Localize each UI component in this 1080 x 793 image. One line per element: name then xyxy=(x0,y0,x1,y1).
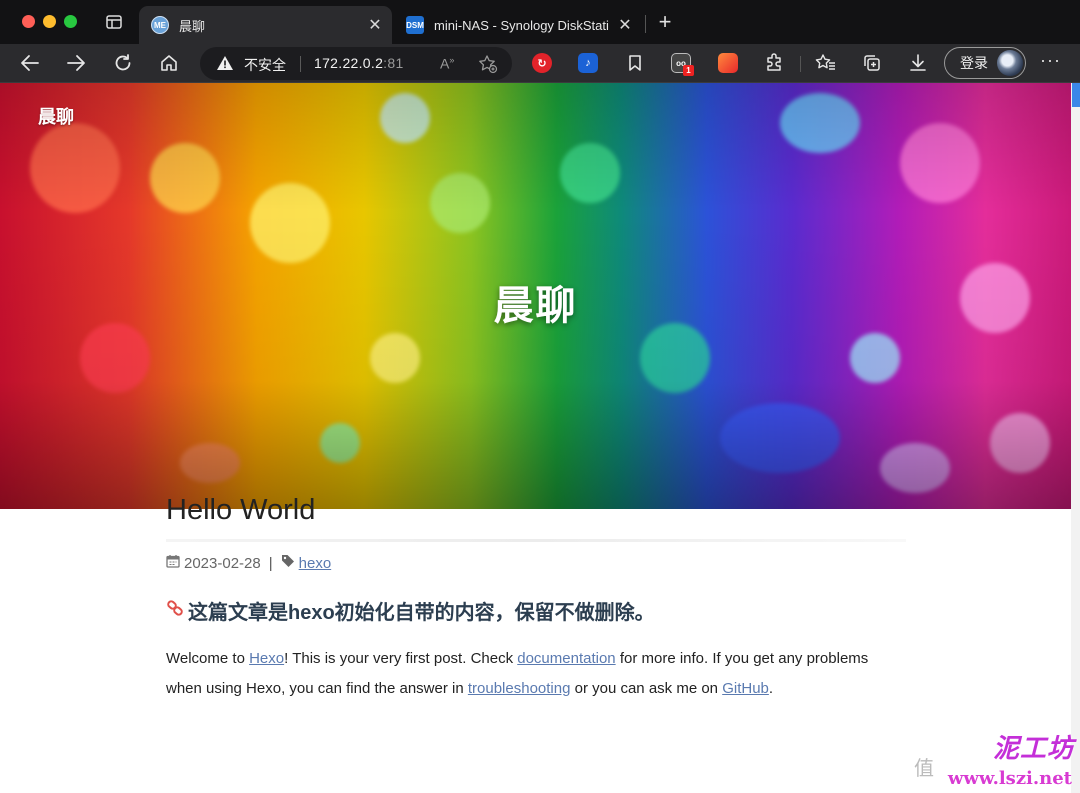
extension-badge-icon[interactable]: oo 1 xyxy=(671,53,694,76)
bokeh-light xyxy=(180,443,240,483)
avatar xyxy=(997,50,1023,76)
bokeh-light xyxy=(150,143,220,213)
web-page: 晨聊 晨聊 Hello World 2023-02-28 | hexo 这篇文章… xyxy=(0,83,1080,793)
hexo-link[interactable]: Hexo xyxy=(249,650,284,667)
collections-icon[interactable] xyxy=(860,52,884,74)
bokeh-light xyxy=(720,403,840,473)
tab-divider xyxy=(645,15,646,33)
meta-separator: | xyxy=(268,554,273,572)
extension-orange-icon[interactable] xyxy=(718,53,738,73)
close-window-button[interactable] xyxy=(22,15,35,28)
link-icon xyxy=(166,599,184,623)
dsm-favicon-icon: DSM xyxy=(406,16,424,34)
close-tab-icon[interactable]: ✕ xyxy=(614,15,636,35)
paragraph-text: ! This is your very first post. Check xyxy=(284,650,518,667)
extension-count-badge: 1 xyxy=(683,65,694,76)
tab-title: mini-NAS - Synology DiskStati xyxy=(434,17,609,33)
site-favicon-icon: ME xyxy=(151,16,169,34)
browser-toolbar: 不安全 172.22.0.2:81 A» ↻ ♪ oo 1 登录 ··· xyxy=(0,44,1080,83)
scrollbar-track[interactable] xyxy=(1071,83,1080,793)
minimize-window-button[interactable] xyxy=(43,15,56,28)
url-host: 172.22.0.2 xyxy=(314,55,384,71)
bokeh-light xyxy=(380,93,430,143)
more-icon[interactable]: ··· xyxy=(1040,51,1060,73)
documentation-link[interactable]: documentation xyxy=(517,650,615,667)
browser-tab-bar: ME 晨聊 ✕ DSM mini-NAS - Synology DiskStat… xyxy=(0,0,1080,44)
url-text[interactable]: 172.22.0.2:81 xyxy=(314,55,404,71)
site-brand-link[interactable]: 晨聊 xyxy=(38,103,74,129)
reload-icon[interactable] xyxy=(111,52,135,74)
title-divider xyxy=(166,539,906,542)
bokeh-light xyxy=(430,173,490,233)
paragraph-text: . xyxy=(768,680,774,697)
watermark-side-mark: 值 xyxy=(914,758,934,780)
login-label: 登录 xyxy=(960,55,988,71)
warning-icon[interactable] xyxy=(216,55,234,76)
bokeh-light xyxy=(250,183,330,263)
omnibox-divider xyxy=(300,56,301,72)
extensions-icon[interactable] xyxy=(762,52,786,74)
post-meta: 2023-02-28 | hexo xyxy=(166,554,331,572)
bokeh-light xyxy=(640,323,710,393)
home-icon[interactable] xyxy=(157,52,181,74)
watermark-site: www.lszi.net xyxy=(947,768,1072,789)
bokeh-light xyxy=(320,423,360,463)
close-tab-icon[interactable]: ✕ xyxy=(364,15,386,35)
forward-icon[interactable] xyxy=(64,52,88,74)
new-tab-icon[interactable]: + xyxy=(654,11,676,33)
tab-inactive[interactable]: DSM mini-NAS - Synology DiskStati ✕ xyxy=(394,6,642,44)
download-icon[interactable] xyxy=(906,52,930,74)
toolbar-divider xyxy=(800,56,801,72)
watermark-logo: 值 泥工坊 www.lszi.net xyxy=(914,700,1080,793)
paragraph-text: Welcome to xyxy=(166,650,250,667)
post-title: Hello World xyxy=(166,494,316,526)
bokeh-light xyxy=(990,413,1050,473)
site-title: 晨聊 xyxy=(493,284,578,328)
paragraph-text: or you can ask me on xyxy=(570,680,723,697)
bokeh-light xyxy=(30,123,120,213)
troubleshooting-link[interactable]: troubleshooting xyxy=(468,680,571,697)
bokeh-light xyxy=(880,443,950,493)
github-link[interactable]: GitHub xyxy=(722,680,769,697)
post-tag-link[interactable]: hexo xyxy=(299,555,332,572)
back-icon[interactable] xyxy=(18,52,42,74)
tag-icon xyxy=(281,554,295,572)
zoom-window-button[interactable] xyxy=(64,15,77,28)
tab-title: 晨聊 xyxy=(179,18,206,34)
post-date: 2023-02-28 xyxy=(184,554,261,572)
tab-actions-icon[interactable] xyxy=(105,13,123,31)
read-aloud-icon[interactable]: A» xyxy=(440,55,454,72)
post-article: Hello World 2023-02-28 | hexo 这篇文章是hexo初… xyxy=(166,494,906,697)
scrollbar-thumb[interactable] xyxy=(1072,83,1080,107)
post-paragraph: Welcome to Hexo! This is your very first… xyxy=(166,644,906,704)
favorite-add-icon[interactable] xyxy=(478,54,498,79)
bookmark-icon[interactable] xyxy=(623,52,647,74)
calendar-icon xyxy=(166,554,180,572)
favorites-icon[interactable] xyxy=(814,52,838,74)
post-heading-text: 这篇文章是hexo初始化自带的内容，保留不做删除。 xyxy=(188,602,655,624)
post-heading: 这篇文章是hexo初始化自带的内容，保留不做删除。 xyxy=(166,596,655,625)
url-port: :81 xyxy=(383,55,404,71)
bokeh-light xyxy=(780,93,860,153)
bokeh-light xyxy=(900,123,980,203)
bokeh-light xyxy=(560,143,620,203)
bokeh-light xyxy=(370,333,420,383)
extension-music-icon[interactable]: ♪ xyxy=(578,53,598,73)
watermark-cn: 泥工坊 xyxy=(992,734,1074,764)
tab-active[interactable]: ME 晨聊 ✕ xyxy=(139,6,392,44)
login-button[interactable]: 登录 xyxy=(944,47,1026,79)
bokeh-light xyxy=(80,323,150,393)
address-bar[interactable]: 不安全 172.22.0.2:81 A» xyxy=(200,47,512,80)
extension-redirect-icon[interactable]: ↻ xyxy=(532,53,552,73)
security-status[interactable]: 不安全 xyxy=(244,55,286,75)
bokeh-light xyxy=(850,333,900,383)
